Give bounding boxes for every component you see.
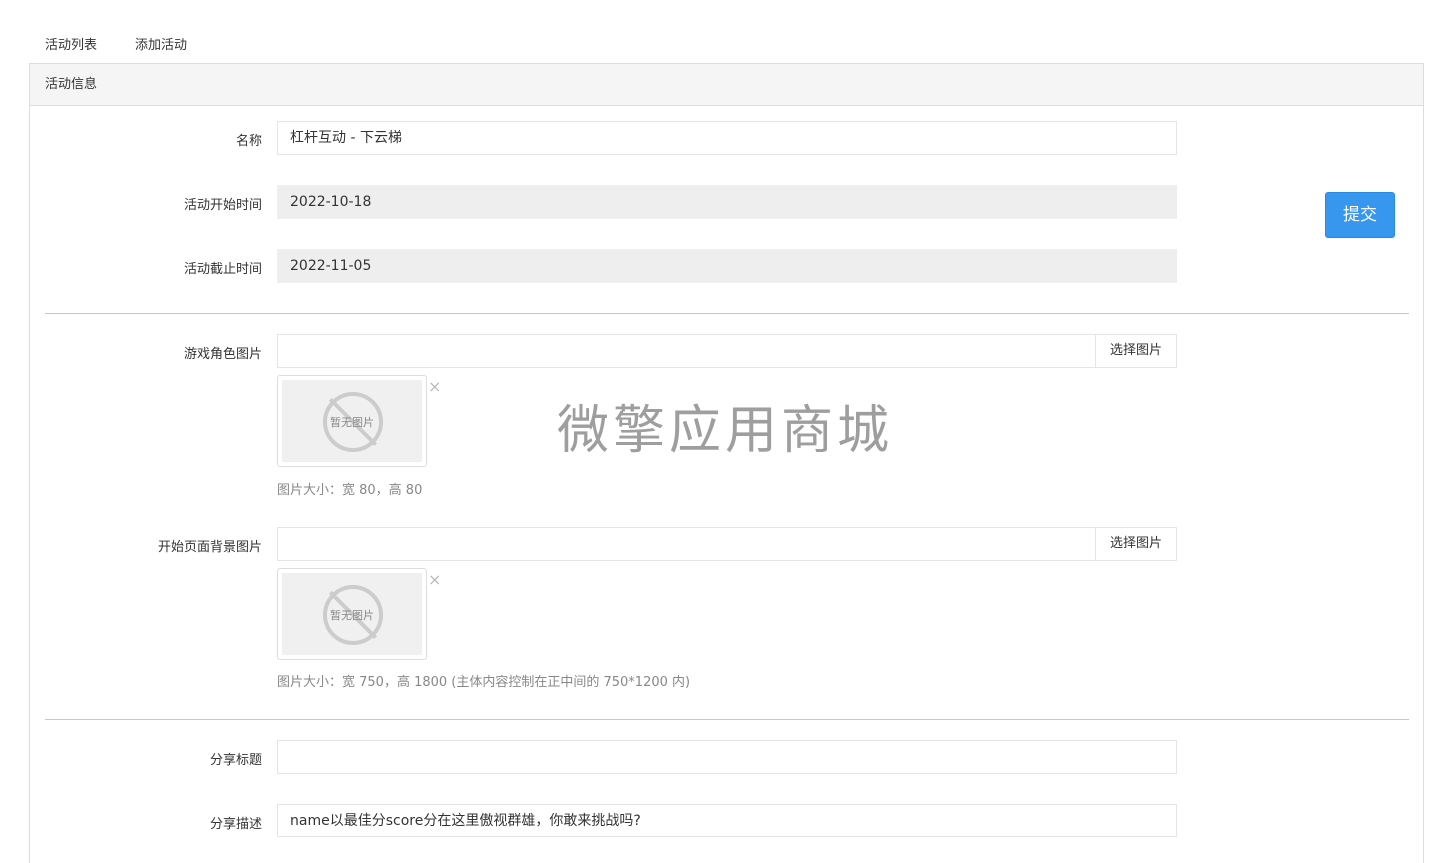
start-bg-image-path-input[interactable] [277, 527, 1096, 561]
watermark: 微擎应用商城 [557, 401, 894, 461]
tab-activity-list[interactable]: 活动列表 [45, 34, 97, 53]
name-input[interactable]: 杠杆互动 - 下云梯 [277, 121, 1177, 155]
remove-start-bg-image-icon[interactable]: × [428, 570, 441, 589]
panel-title: 活动信息 [30, 64, 1423, 106]
submit-button[interactable]: 提交 [1325, 192, 1395, 238]
start-bg-image-select-button[interactable]: 选择图片 [1095, 527, 1177, 561]
no-image-text: 暂无图片 [330, 416, 374, 429]
share-desc-input[interactable]: name以最佳分score分在这里傲视群雄，你敢来挑战吗? [277, 804, 1177, 837]
remove-role-image-icon[interactable]: × [428, 377, 441, 396]
start-bg-image-preview: 暂无图片 [277, 568, 427, 660]
start-time-input[interactable]: 2022-10-18 [277, 185, 1177, 219]
role-image-help: 图片大小：宽 80，高 80 [277, 483, 423, 498]
section-divider [45, 313, 1409, 314]
share-title-input[interactable] [277, 740, 1177, 774]
role-image-preview: 暂无图片 [277, 375, 427, 467]
tab-add-activity[interactable]: 添加活动 [135, 34, 187, 53]
end-time-input[interactable]: 2022-11-05 [277, 249, 1177, 283]
section-divider [45, 719, 1409, 720]
role-image-path-input[interactable] [277, 334, 1096, 368]
role-image-select-button[interactable]: 选择图片 [1095, 334, 1177, 368]
start-bg-image-help: 图片大小：宽 750，高 1800 (主体内容控制在正中间的 750*1200 … [277, 675, 691, 690]
no-image-text: 暂无图片 [330, 609, 374, 622]
